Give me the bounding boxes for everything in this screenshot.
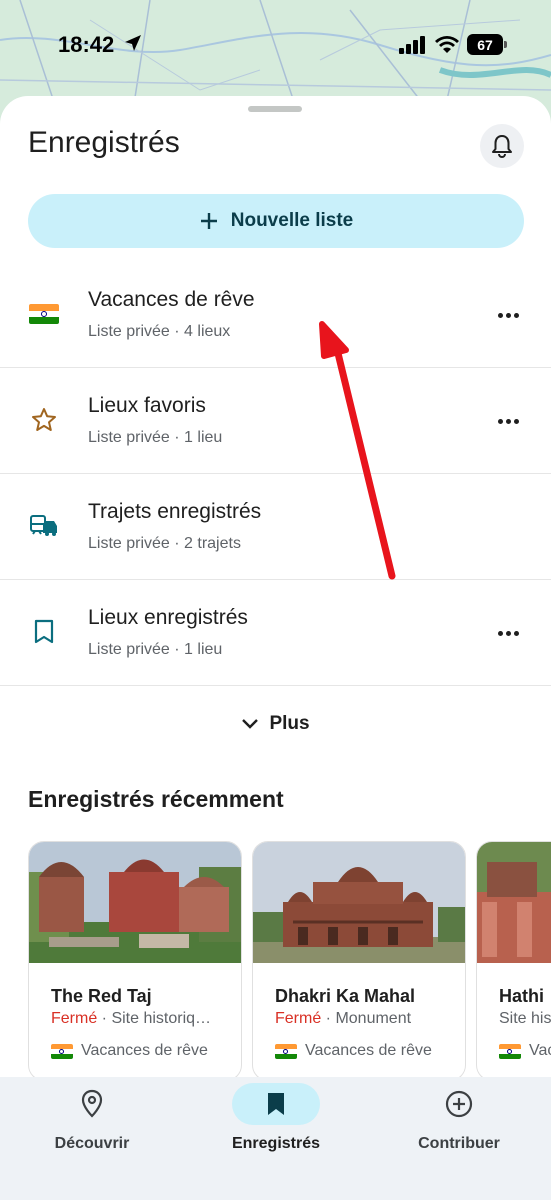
signal-icon: [399, 35, 425, 54]
place-list: Vacances de rêve: [51, 1042, 208, 1060]
list-item-lieux-enregistres[interactable]: Lieux enregistrés Liste privée · 1 lieu: [0, 580, 551, 686]
nav-label: Découvrir: [54, 1135, 130, 1152]
saved-lists: Vacances de rêve Liste privée · 4 lieux …: [0, 262, 551, 686]
more-options-button[interactable]: [490, 300, 526, 330]
list-name: Trajets enregistrés: [88, 500, 262, 523]
location-arrow-icon: [124, 34, 142, 57]
place-photo: [477, 842, 551, 963]
drag-handle[interactable]: [248, 106, 302, 112]
place-list: Vacances de rêve: [275, 1042, 432, 1060]
nav-item-decouvrir[interactable]: Découvrir: [0, 1077, 184, 1167]
status-indicators: 67: [399, 34, 507, 55]
place-list-name: Vacances de rêve: [81, 1042, 208, 1059]
place-card[interactable]: Hathi Site his Vac: [476, 841, 551, 1081]
place-list: Vac: [499, 1042, 551, 1060]
more-options-button[interactable]: [490, 406, 526, 436]
list-name: Vacances de rêve: [88, 288, 255, 311]
place-status: Site his: [499, 1010, 551, 1028]
place-category: · Site historiq…: [97, 1010, 212, 1027]
place-status: Fermé · Site historiq…: [51, 1010, 231, 1028]
list-item-favoris[interactable]: Lieux favoris Liste privée · 1 lieu: [0, 368, 551, 474]
add-circle-icon: [445, 1090, 473, 1118]
bottom-navigation: Découvrir Enregistrés Contribuer: [0, 1077, 551, 1200]
list-name: Lieux enregistrés: [88, 606, 248, 629]
place-card[interactable]: The Red Taj Fermé · Site historiq… Vacan…: [28, 841, 242, 1081]
place-name: The Red Taj: [51, 986, 152, 1006]
page-title: Enregistrés: [28, 126, 180, 159]
show-more-button[interactable]: Plus: [0, 702, 551, 746]
recent-section-title: Enregistrés récemment: [28, 786, 284, 812]
plus-icon: [200, 213, 217, 229]
list-item-trajets[interactable]: Trajets enregistrés Liste privée · 2 tra…: [0, 474, 551, 580]
nav-item-enregistres[interactable]: Enregistrés: [184, 1077, 368, 1167]
nav-label: Contribuer: [418, 1135, 500, 1152]
status-time: 18:42: [58, 32, 115, 57]
more-options-button[interactable]: [490, 618, 526, 648]
place-card[interactable]: Dhakri Ka Mahal Fermé · Monument Vacance…: [252, 841, 466, 1081]
place-status: Fermé · Monument: [275, 1010, 455, 1028]
battery-indicator: 67: [467, 34, 507, 55]
saved-sheet: Enregistrés Nouvelle liste Vacances de r…: [0, 96, 551, 1200]
nav-label: Enregistrés: [231, 1135, 321, 1152]
place-name: Dhakri Ka Mahal: [275, 986, 416, 1006]
wifi-icon: [435, 35, 459, 53]
closed-label: Fermé: [51, 1010, 98, 1027]
place-list-name: Vacances de rêve: [305, 1042, 432, 1059]
bookmark-icon: [28, 616, 60, 648]
place-category: Site his: [499, 1010, 551, 1027]
commute-icon: [28, 510, 60, 542]
list-subtitle: Liste privée · 1 lieu: [88, 429, 223, 446]
list-subtitle: Liste privée · 1 lieu: [88, 641, 223, 658]
place-photo: [29, 842, 241, 963]
place-list-name: Vac: [529, 1042, 551, 1059]
india-flag-icon: [28, 298, 60, 330]
notifications-button[interactable]: [480, 124, 524, 168]
new-list-button[interactable]: Nouvelle liste: [28, 194, 524, 248]
india-flag-icon: [499, 1043, 521, 1059]
new-list-label: Nouvelle liste: [230, 210, 354, 231]
list-item-vacances[interactable]: Vacances de rêve Liste privée · 4 lieux: [0, 262, 551, 368]
nav-icon-container: [48, 1083, 136, 1125]
status-bar: 18:42 67: [0, 0, 551, 92]
nav-icon-container: [415, 1083, 503, 1125]
bell-icon: [492, 135, 512, 158]
list-subtitle: Liste privée · 2 trajets: [88, 535, 241, 552]
nav-item-contribuer[interactable]: Contribuer: [367, 1077, 551, 1167]
list-subtitle: Liste privée · 4 lieux: [88, 323, 231, 340]
bookmark-icon: [268, 1093, 284, 1115]
place-photo: [253, 842, 465, 963]
list-name: Lieux favoris: [88, 394, 206, 417]
show-more-label: Plus: [269, 713, 310, 734]
location-pin-icon: [81, 1089, 103, 1118]
chevron-down-icon: [242, 719, 259, 729]
recent-cards: The Red Taj Fermé · Site historiq… Vacan…: [28, 841, 551, 1081]
place-name: Hathi: [499, 986, 544, 1006]
star-icon: [28, 404, 60, 436]
nav-icon-container: [232, 1083, 320, 1125]
india-flag-icon: [275, 1043, 297, 1059]
closed-label: Fermé: [275, 1010, 322, 1027]
india-flag-icon: [51, 1043, 73, 1059]
place-category: · Monument: [321, 1010, 412, 1027]
